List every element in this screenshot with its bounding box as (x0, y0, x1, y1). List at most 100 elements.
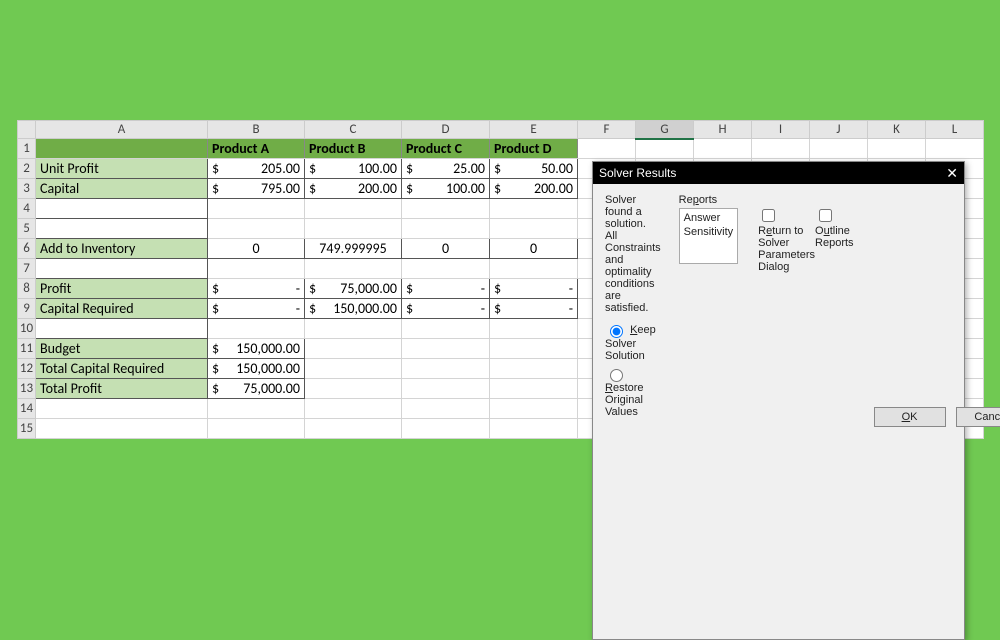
cell-D13[interactable] (402, 379, 490, 399)
row-13[interactable]: 13 (18, 379, 36, 399)
cell-C7[interactable] (305, 259, 402, 279)
radio-restore-values[interactable]: Restore Original Values (605, 366, 661, 418)
cell-C12[interactable] (305, 359, 402, 379)
row-1[interactable]: 1 (18, 139, 36, 159)
cell-E8[interactable]: $- (490, 279, 578, 299)
cell-C4[interactable] (305, 199, 402, 219)
cell-D3[interactable]: $100.00 (402, 179, 490, 199)
cell-D9[interactable]: $- (402, 299, 490, 319)
checkbox-outline-input[interactable] (819, 209, 832, 222)
col-E[interactable]: E (490, 121, 578, 139)
cell-A2[interactable]: Unit Profit (36, 159, 208, 179)
cell-C14[interactable] (305, 399, 402, 419)
row-3[interactable]: 3 (18, 179, 36, 199)
col-L[interactable]: L (926, 121, 984, 139)
cell-E15[interactable] (490, 419, 578, 439)
radio-restore-input[interactable] (610, 369, 623, 382)
cell-D4[interactable] (402, 199, 490, 219)
cell-E4[interactable] (490, 199, 578, 219)
cell-C15[interactable] (305, 419, 402, 439)
cell-C5[interactable] (305, 219, 402, 239)
cell-D6[interactable]: 0 (402, 239, 490, 259)
row-15[interactable]: 15 (18, 419, 36, 439)
row-12[interactable]: 12 (18, 359, 36, 379)
cell-D7[interactable] (402, 259, 490, 279)
cell-A6[interactable]: Add to Inventory (36, 239, 208, 259)
corner-cell[interactable] (18, 121, 36, 139)
reports-listbox[interactable]: Answer Sensitivity (679, 208, 739, 264)
col-F[interactable]: F (578, 121, 636, 139)
radio-keep-input[interactable] (610, 325, 623, 338)
cell-D12[interactable] (402, 359, 490, 379)
cell-H1[interactable] (694, 139, 752, 159)
col-C[interactable]: C (305, 121, 402, 139)
cell-B14[interactable] (208, 399, 305, 419)
cell-B4[interactable] (208, 199, 305, 219)
cell-D8[interactable]: $- (402, 279, 490, 299)
report-sensitivity[interactable]: Sensitivity (684, 225, 734, 239)
cancel-button[interactable]: Cancel (956, 407, 1000, 427)
col-H[interactable]: H (694, 121, 752, 139)
cell-C9[interactable]: $150,000.00 (305, 299, 402, 319)
cell-E5[interactable] (490, 219, 578, 239)
cell-B2[interactable]: $205.00 (208, 159, 305, 179)
cell-E2[interactable]: $50.00 (490, 159, 578, 179)
cell-A8[interactable]: Profit (36, 279, 208, 299)
row-10[interactable]: 10 (18, 319, 36, 339)
cell-E11[interactable] (490, 339, 578, 359)
cell-B6[interactable]: 0 (208, 239, 305, 259)
row-14[interactable]: 14 (18, 399, 36, 419)
cell-D11[interactable] (402, 339, 490, 359)
checkbox-return-input[interactable] (762, 209, 775, 222)
cell-B11[interactable]: $150,000.00 (208, 339, 305, 359)
cell-A10[interactable] (36, 319, 208, 339)
row-7[interactable]: 7 (18, 259, 36, 279)
cell-D1[interactable]: Product C (402, 139, 490, 159)
cell-C2[interactable]: $100.00 (305, 159, 402, 179)
cell-E3[interactable]: $200.00 (490, 179, 578, 199)
cell-J1[interactable] (810, 139, 868, 159)
cell-I1[interactable] (752, 139, 810, 159)
report-answer[interactable]: Answer (684, 211, 734, 225)
cell-E10[interactable] (490, 319, 578, 339)
cell-A14[interactable] (36, 399, 208, 419)
cell-D10[interactable] (402, 319, 490, 339)
col-A[interactable]: A (36, 121, 208, 139)
cell-C11[interactable] (305, 339, 402, 359)
row-5[interactable]: 5 (18, 219, 36, 239)
cell-E1[interactable]: Product D (490, 139, 578, 159)
cell-D5[interactable] (402, 219, 490, 239)
row-11[interactable]: 11 (18, 339, 36, 359)
cell-A9[interactable]: Capital Required (36, 299, 208, 319)
cell-C6[interactable]: 749.999995 (305, 239, 402, 259)
cell-B7[interactable] (208, 259, 305, 279)
cell-K1[interactable] (868, 139, 926, 159)
cell-C3[interactable]: $200.00 (305, 179, 402, 199)
cell-E13[interactable] (490, 379, 578, 399)
cell-E12[interactable] (490, 359, 578, 379)
cell-A11[interactable]: Budget (36, 339, 208, 359)
row-4[interactable]: 4 (18, 199, 36, 219)
checkbox-return-dialog[interactable]: Return to Solver Parameters Dialog (758, 206, 815, 627)
cell-D14[interactable] (402, 399, 490, 419)
ok-button[interactable]: OK (874, 407, 946, 427)
col-K[interactable]: K (868, 121, 926, 139)
col-D[interactable]: D (402, 121, 490, 139)
cell-B1[interactable]: Product A (208, 139, 305, 159)
close-icon[interactable]: ✕ (946, 166, 958, 180)
cell-B12[interactable]: $150,000.00 (208, 359, 305, 379)
cell-B9[interactable]: $- (208, 299, 305, 319)
col-J[interactable]: J (810, 121, 868, 139)
cell-D15[interactable] (402, 419, 490, 439)
cell-B10[interactable] (208, 319, 305, 339)
row-8[interactable]: 8 (18, 279, 36, 299)
radio-keep-solution[interactable]: Keep Solver Solution (605, 322, 661, 362)
cell-B5[interactable] (208, 219, 305, 239)
dialog-titlebar[interactable]: Solver Results ✕ (593, 162, 964, 184)
cell-D2[interactable]: $25.00 (402, 159, 490, 179)
col-I[interactable]: I (752, 121, 810, 139)
cell-E14[interactable] (490, 399, 578, 419)
cell-B13[interactable]: $75,000.00 (208, 379, 305, 399)
cell-A1[interactable] (36, 139, 208, 159)
cell-A5[interactable] (36, 219, 208, 239)
